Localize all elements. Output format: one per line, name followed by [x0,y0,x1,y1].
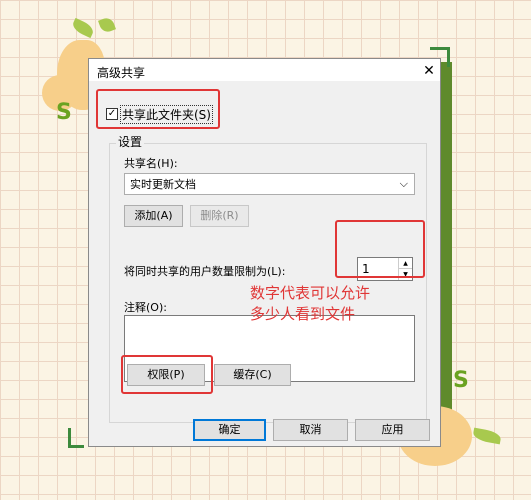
annotation-box-share [96,89,220,129]
annotation-text: 数字代表可以允许 多少人看到文件 [250,283,370,325]
dialog-title: 高级共享 [97,66,146,80]
apply-button[interactable]: 应用 [355,419,430,441]
annotation-box-permissions [121,355,213,394]
share-name-select[interactable]: 实时更新文档 ⌵ [124,173,415,195]
decor-leaf [98,16,116,34]
user-limit-label: 将同时共享的用户数量限制为(L): [124,265,286,278]
annotation-line-1: 数字代表可以允许 [250,284,371,302]
settings-label: 设置 [116,133,145,150]
annotation-line-2: 多少人看到文件 [250,305,356,323]
decor-leaf [472,427,502,445]
title-bar: 高级共享 ✕ [89,59,440,81]
share-name-label: 共享名(H): [124,157,178,170]
ok-button[interactable]: 确定 [193,419,266,441]
caching-button[interactable]: 缓存(C) [214,364,291,386]
remove-button[interactable]: 删除(R) [190,205,249,227]
chevron-down-icon: ⌵ [399,177,408,190]
decor-bracket [68,428,84,448]
share-name-value: 实时更新文档 [130,178,196,191]
comment-label: 注释(O): [124,301,167,314]
cancel-button[interactable]: 取消 [273,419,348,441]
decor-squiggle: S [56,100,72,125]
decor-squiggle: S [453,368,469,393]
close-icon: ✕ [423,62,435,78]
annotation-box-limit [335,220,425,278]
decor-leaf [70,17,96,39]
add-button[interactable]: 添加(A) [124,205,183,227]
close-button[interactable]: ✕ [418,59,440,81]
